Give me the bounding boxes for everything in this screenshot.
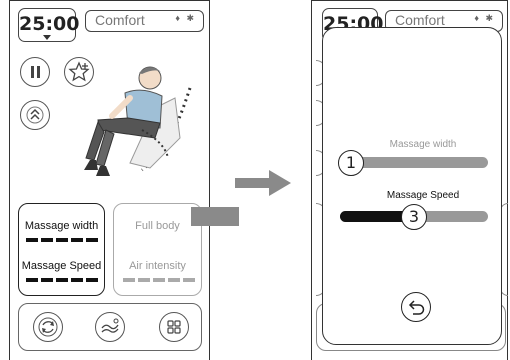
connector-block — [191, 207, 239, 226]
air-intensity-label: Air intensity — [129, 260, 186, 272]
position-up-button[interactable] — [20, 100, 50, 130]
width-slider-value: 1 — [345, 153, 357, 172]
bluetooth-icon-behind: ♦ ✱ — [474, 13, 495, 23]
massage-width-level — [26, 238, 98, 242]
timer-value: 25:00 — [19, 13, 80, 35]
massage-speed-label: Massage Speed — [21, 260, 102, 272]
auto-program-button[interactable] — [33, 312, 63, 342]
grid-apps-icon — [167, 320, 181, 334]
refresh-cycle-icon — [38, 317, 58, 337]
massage-settings-card[interactable]: Massage width Massage Speed — [18, 203, 105, 296]
bluetooth-icon: ♦ ✱ — [175, 13, 196, 23]
bottom-toolbar — [18, 303, 202, 351]
popup-speed-label: Massage Speed — [386, 190, 460, 201]
pause-icon — [31, 66, 40, 78]
massage-width-label: Massage width — [24, 220, 99, 232]
arrow-right-icon — [235, 170, 291, 196]
timer-dropdown-icon — [43, 35, 51, 40]
popup-width-label: Massage width — [389, 139, 457, 150]
massage-chair-illustration — [84, 66, 192, 176]
full-body-label: Full body — [135, 220, 180, 232]
menu-grid-button[interactable] — [159, 312, 189, 342]
mode-label-behind: Comfort — [395, 12, 445, 28]
width-slider-knob[interactable]: 1 — [338, 150, 364, 176]
chevron-up-double-icon — [26, 106, 44, 124]
body-wave-icon — [101, 318, 119, 333]
popup-back-button[interactable] — [401, 292, 431, 322]
massage-speed-level — [26, 278, 98, 282]
pause-button[interactable] — [20, 57, 50, 87]
return-icon — [408, 300, 425, 315]
speed-slider-value: 3 — [408, 207, 420, 226]
mode-label: Comfort — [95, 12, 145, 28]
speed-slider-knob[interactable]: 3 — [401, 204, 427, 230]
air-intensity-level — [123, 278, 195, 282]
air-settings-card[interactable]: Full body Air intensity — [113, 203, 202, 296]
timer-display[interactable]: 25:00 — [18, 8, 80, 42]
mode-selector[interactable]: Comfort ♦ ✱ — [85, 10, 204, 32]
body-mode-button[interactable] — [95, 312, 125, 342]
